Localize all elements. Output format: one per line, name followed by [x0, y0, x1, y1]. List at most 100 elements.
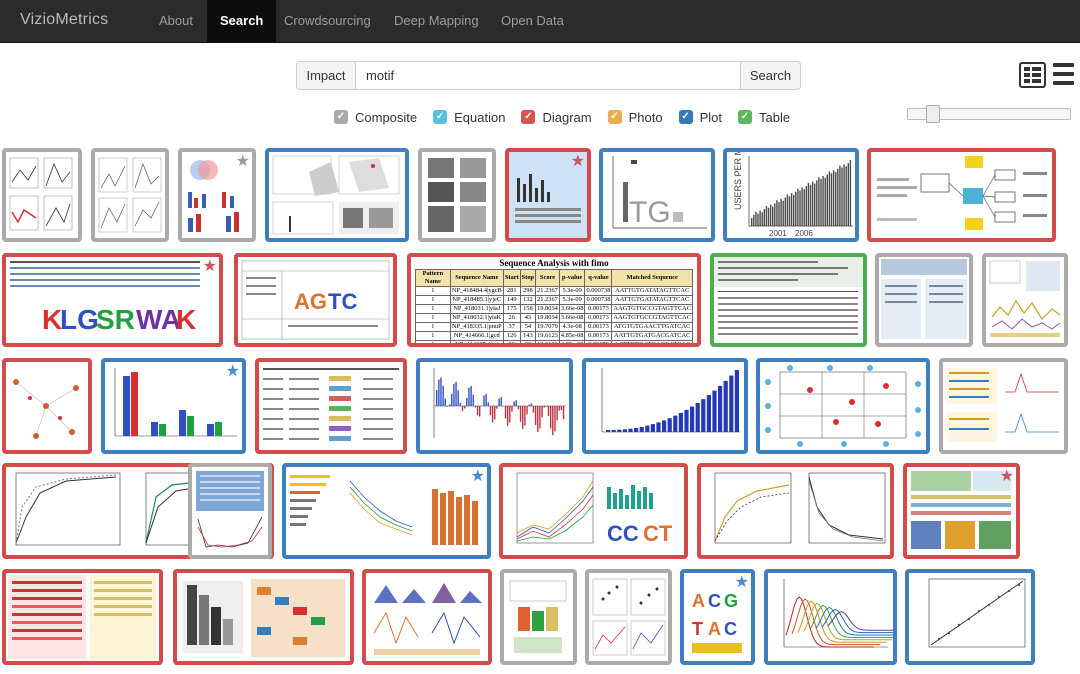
- chart-bar: [822, 175, 824, 226]
- table-cell: 132: [519, 295, 537, 305]
- list-view-icon[interactable]: [1053, 63, 1074, 85]
- check-icon[interactable]: ✓: [521, 110, 536, 124]
- figure-thumbnail[interactable]: Sequence Analysis with fimo Pattern Name…: [407, 253, 701, 347]
- figure-thumbnail[interactable]: AG TC: [234, 253, 397, 347]
- check-icon[interactable]: ✓: [737, 110, 752, 124]
- check-icon[interactable]: ✓: [607, 110, 622, 124]
- thumbnail-image: [881, 259, 967, 339]
- figure-thumbnail[interactable]: ★: [903, 463, 1020, 559]
- figure-thumbnail[interactable]: [188, 463, 272, 559]
- chart-bar: [556, 406, 558, 421]
- figure-thumbnail[interactable]: [905, 569, 1035, 665]
- thumbnail-image: [989, 260, 1061, 337]
- figure-thumbnail[interactable]: [362, 569, 492, 665]
- chart-bar: [759, 210, 761, 226]
- thumbnail-image: [98, 157, 162, 233]
- figure-thumbnail[interactable]: [697, 463, 894, 559]
- brand-logo[interactable]: VizioMetrics: [20, 11, 108, 29]
- table-cell: 0.00173: [584, 304, 613, 314]
- star-icon[interactable]: ★: [236, 154, 250, 170]
- grid-view-icon[interactable]: [1019, 62, 1046, 88]
- figure-thumbnail[interactable]: [500, 569, 577, 665]
- check-icon[interactable]: ✓: [433, 110, 448, 124]
- chart-bar: [622, 429, 627, 432]
- year-label: 2001: [769, 229, 787, 238]
- chart-bar: [818, 177, 820, 226]
- thumbnail-size-slider[interactable]: [907, 105, 1071, 123]
- svg-text:C: C: [724, 619, 737, 639]
- nav-search[interactable]: Search: [207, 0, 277, 42]
- figure-thumbnail[interactable]: [875, 253, 973, 347]
- check-icon[interactable]: ✓: [334, 110, 348, 124]
- figure-thumbnail[interactable]: [255, 358, 407, 454]
- figure-thumbnail[interactable]: ★: [101, 358, 246, 454]
- figure-thumbnail[interactable]: [764, 569, 897, 665]
- nav-about[interactable]: About: [146, 0, 206, 42]
- star-icon[interactable]: ★: [203, 259, 217, 275]
- chart-bar: [690, 406, 695, 432]
- chart-bar: [695, 402, 700, 432]
- chart-bar: [667, 418, 672, 432]
- svg-text:CC: CC: [607, 521, 639, 546]
- figure-thumbnail[interactable]: ★: [282, 463, 491, 559]
- chart-bar: [442, 385, 444, 406]
- figure-thumbnail[interactable]: K LG SR WA K ★: [2, 253, 223, 347]
- table-cell: 19.6123: [535, 340, 560, 343]
- figure-thumbnail[interactable]: [585, 569, 672, 665]
- chart-bar: [537, 406, 539, 433]
- figure-thumbnail[interactable]: [416, 358, 573, 454]
- figure-thumbnail[interactable]: [756, 358, 930, 454]
- filter-label: Composite: [355, 109, 418, 125]
- figure-thumbnail[interactable]: ★: [505, 148, 591, 242]
- figure-thumbnail[interactable]: TG: [599, 148, 715, 242]
- figure-thumbnail[interactable]: [939, 358, 1068, 454]
- table-header-cell: Sequence Name: [449, 269, 504, 287]
- filter-diagram[interactable]: ✓ Diagram: [521, 110, 592, 125]
- figure-thumbnail[interactable]: [582, 358, 748, 454]
- figure-thumbnail[interactable]: [710, 253, 867, 347]
- chart-bar: [774, 203, 776, 226]
- figure-thumbnail[interactable]: [91, 148, 169, 242]
- chart-bar: [755, 211, 757, 226]
- figure-thumbnail[interactable]: [867, 148, 1056, 242]
- sort-impact-button[interactable]: Impact: [296, 61, 356, 90]
- thumbnail-image: [290, 475, 478, 545]
- search-button[interactable]: Search: [741, 61, 801, 90]
- figure-thumbnail[interactable]: A C G T A C ★: [680, 569, 755, 665]
- table-cell: 0.00173: [584, 313, 613, 323]
- figure-thumbnail[interactable]: [982, 253, 1068, 347]
- table-cell: NP_418032.1|yiaK: [449, 313, 504, 323]
- slider-handle[interactable]: [926, 105, 940, 123]
- star-icon[interactable]: ★: [571, 154, 585, 170]
- figure-thumbnail[interactable]: CC CT: [499, 463, 688, 559]
- search-input[interactable]: [356, 61, 741, 90]
- chart-bar: [786, 194, 789, 226]
- figure-thumbnail[interactable]: [418, 148, 496, 242]
- figure-thumbnail[interactable]: [173, 569, 354, 665]
- star-icon[interactable]: ★: [226, 364, 240, 380]
- figure-thumbnail[interactable]: [2, 148, 82, 242]
- figure-thumbnail[interactable]: USERS PER MONTH 2001 2006: [723, 148, 859, 242]
- figure-thumbnail[interactable]: [2, 358, 92, 454]
- star-icon[interactable]: ★: [1000, 469, 1014, 485]
- nav-open-data[interactable]: Open Data: [488, 0, 577, 42]
- svg-text:LG: LG: [60, 304, 99, 335]
- nav-deep-mapping[interactable]: Deep Mapping: [381, 0, 492, 42]
- filter-plot[interactable]: ✓ Plot: [678, 110, 722, 125]
- star-icon[interactable]: ★: [471, 469, 485, 485]
- nav-crowdsourcing[interactable]: Crowdsourcing: [271, 0, 384, 42]
- thumbnail-image: [947, 368, 1059, 442]
- figure-thumbnail[interactable]: [2, 569, 163, 665]
- filter-composite[interactable]: ✓ Composite: [334, 110, 417, 125]
- thumbnail-image: [428, 158, 486, 232]
- figure-thumbnail[interactable]: [265, 148, 409, 242]
- chart-bar: [772, 206, 774, 226]
- star-icon[interactable]: ★: [735, 575, 749, 591]
- chart-bar: [639, 426, 644, 432]
- figure-thumbnail[interactable]: ★: [178, 148, 256, 242]
- filter-equation[interactable]: ✓ Equation: [433, 110, 505, 125]
- check-icon[interactable]: ✓: [678, 110, 693, 124]
- filter-photo[interactable]: ✓ Photo: [607, 110, 663, 125]
- chart-bar: [628, 428, 633, 432]
- filter-table[interactable]: ✓ Table: [737, 110, 790, 125]
